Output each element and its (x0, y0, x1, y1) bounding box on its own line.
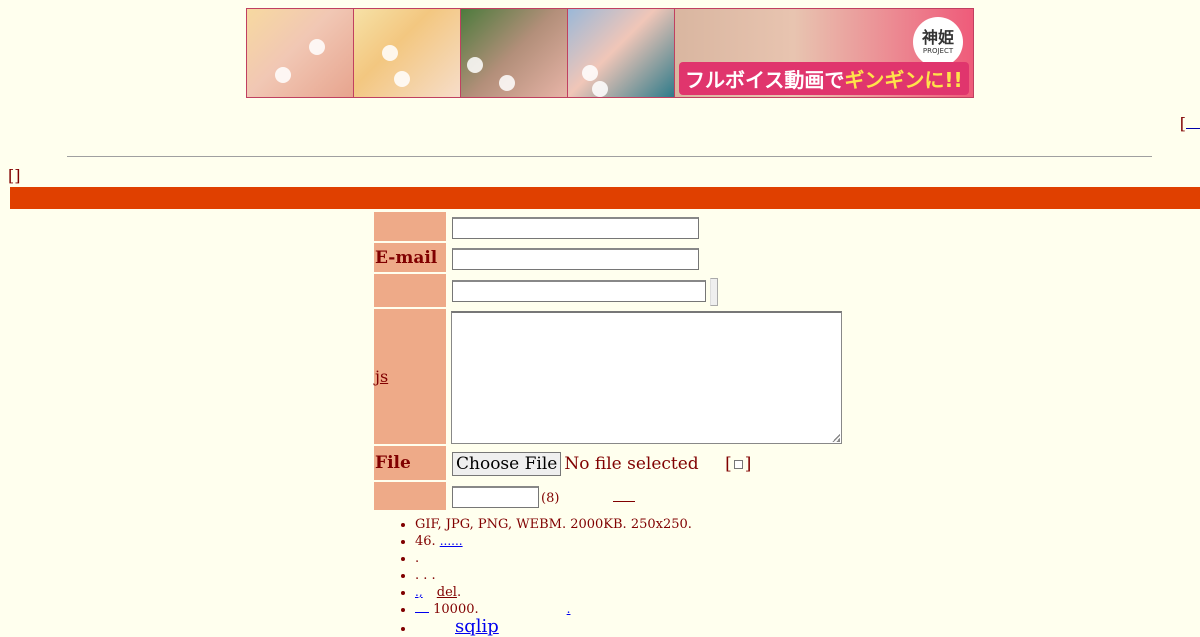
rules-list: GIF, JPG, PNG, WEBM. 2000KB. 250x250. 46… (374, 516, 692, 637)
subject-label (374, 274, 448, 309)
banner-bubble (582, 65, 598, 81)
banner-ad[interactable]: 神姫 PROJECT フルボイス動画でギンギンに!! (246, 8, 974, 98)
comment-textarea[interactable] (451, 311, 842, 444)
top-nav: [ (1180, 114, 1200, 133)
banner-bubble (394, 71, 410, 87)
banner-bubble (382, 45, 398, 61)
name-label (374, 212, 448, 243)
rule-item-6-link[interactable]: . (567, 602, 571, 616)
banner-panel-2 (354, 9, 461, 97)
rule-item-5-tail: . (456, 585, 462, 600)
banner-bubble (499, 75, 515, 91)
rule-item: sqlip (415, 618, 692, 637)
resize-grip-icon[interactable] (832, 434, 840, 442)
file-status: No file selected (564, 454, 699, 474)
sqlip-link[interactable]: sqlip (455, 616, 499, 637)
password-label (374, 482, 448, 512)
banner-panel-3 (461, 9, 568, 97)
rule-item: . (415, 550, 692, 567)
banner-bubble (275, 67, 291, 83)
post-mode-bar (10, 187, 1200, 209)
banner-bubble (309, 39, 325, 55)
password-hint: (8) (541, 491, 560, 506)
submit-button[interactable] (710, 277, 718, 306)
name-input[interactable] (452, 216, 699, 239)
email-label: E-mail (374, 243, 448, 274)
rule-item-6-blank-link[interactable] (415, 601, 429, 613)
header-divider (67, 156, 1152, 157)
subject-input[interactable] (452, 279, 706, 302)
password-link[interactable] (613, 489, 636, 502)
rule-item-5-link[interactable]: ., (415, 585, 423, 599)
rule-item: . . . (415, 567, 692, 584)
email-input[interactable] (452, 247, 699, 270)
del-link[interactable]: del (437, 585, 457, 600)
temp-close-bracket: ] (744, 454, 752, 474)
banner-caption-part2: ギンギンに!! (844, 68, 963, 92)
banner-logo-title: 神姫 (921, 27, 954, 47)
banner-caption-part1: フルボイス動画で (685, 68, 845, 92)
banner-bubble (592, 81, 608, 97)
banner-caption: フルボイス動画でギンギンに!! (679, 62, 969, 95)
rule-item: 46....... (415, 533, 692, 550)
post-form: E-mail js File Choose File No file select… (374, 212, 842, 512)
mode-indicator: [] (8, 166, 21, 185)
banner-main-panel: 神姫 PROJECT フルボイス動画でギンギンに!! (675, 9, 973, 97)
temp-checkbox[interactable] (733, 460, 743, 469)
rule-item-1-text: GIF, JPG, PNG, WEBM. 2000KB. 250x250. (415, 517, 692, 532)
js-link[interactable]: js (375, 367, 388, 386)
temp-open-bracket: [ (725, 454, 732, 474)
top-nav-link[interactable] (1186, 114, 1200, 129)
temp-option: [] (725, 454, 751, 474)
rule-item: GIF, JPG, PNG, WEBM. 2000KB. 250x250. (415, 516, 692, 533)
banner-panel-1 (247, 9, 354, 97)
rule-item-3-text: . (415, 551, 420, 566)
password-input[interactable] (452, 486, 539, 508)
banner-logo-sub: PROJECT (922, 46, 954, 55)
choose-file-button[interactable]: Choose File (452, 452, 562, 476)
rule-item-2-link[interactable]: ...... (440, 534, 463, 548)
banner-bubble (467, 57, 483, 73)
comment-label: js (374, 309, 448, 446)
file-label: File (374, 446, 448, 482)
banner-logo: 神姫 PROJECT (913, 17, 963, 67)
banner-panel-4 (568, 9, 675, 97)
rule-item: ., del. (415, 584, 692, 601)
rule-item-4-text: . . . (415, 568, 436, 583)
rule-item-2-text: 46. (415, 534, 436, 549)
rule-item-6-text: 10000. (433, 602, 479, 617)
